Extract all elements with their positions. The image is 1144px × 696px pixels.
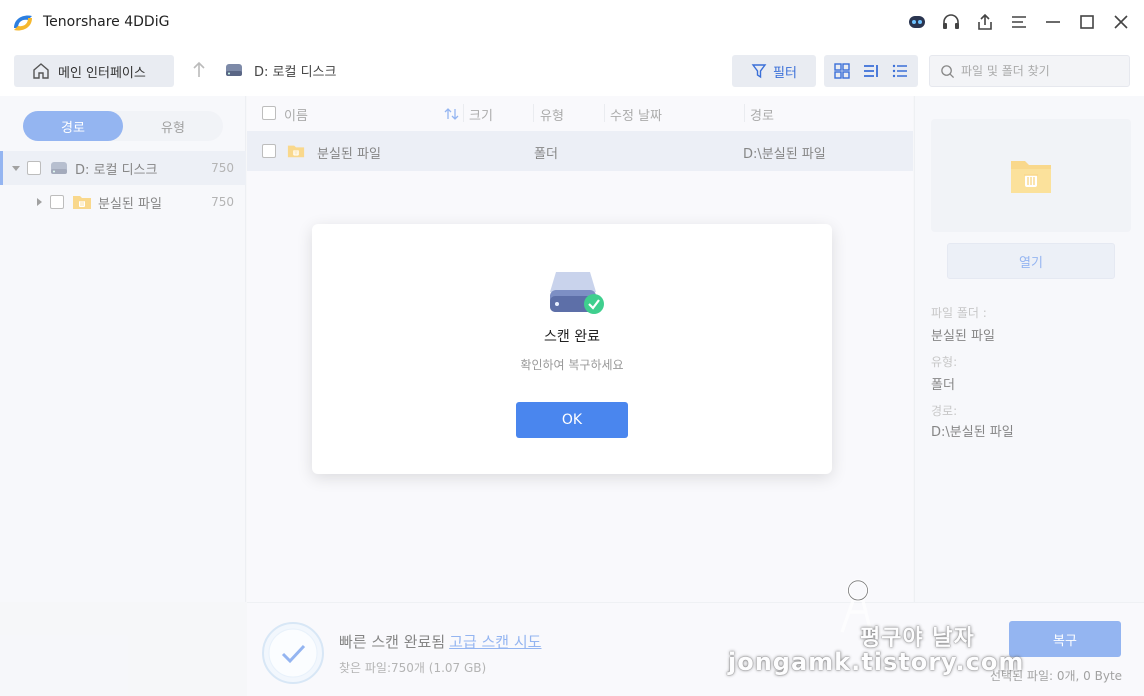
title-bar: Tenorshare 4DDiG <box>0 0 1144 44</box>
close-icon <box>1114 15 1128 29</box>
drive-check-icon <box>550 272 604 314</box>
watermark: 평구야 날자 jongamk.tistory.com <box>728 576 1023 686</box>
filter-icon <box>751 64 767 79</box>
support-button[interactable] <box>934 5 968 39</box>
main-interface-button[interactable]: 메인 인터페이스 <box>14 55 174 87</box>
menu-button[interactable] <box>1002 5 1036 39</box>
minimize-icon <box>1046 21 1060 23</box>
view-mode-group <box>824 55 918 87</box>
share-button[interactable] <box>968 5 1002 39</box>
close-button[interactable] <box>1104 5 1138 39</box>
app-title: Tenorshare 4DDiG <box>43 14 170 30</box>
up-arrow-icon[interactable] <box>189 60 209 80</box>
scan-complete-dialog: 스캔 완료 확인하여 복구하세요 OK <box>312 224 832 474</box>
filter-label: 필터 <box>773 65 797 81</box>
dialog-message: 확인하여 복구하세요 <box>520 358 624 372</box>
search-input[interactable] <box>961 64 1121 78</box>
toolbar: 메인 인터페이스 D: 로컬 디스크 필터 <box>0 44 1144 96</box>
app-logo-icon <box>14 15 32 31</box>
grid-view-icon[interactable] <box>833 62 851 80</box>
breadcrumb-label: D: 로컬 디스크 <box>254 64 337 80</box>
share-icon <box>978 13 992 30</box>
home-icon <box>33 63 49 79</box>
maximize-button[interactable] <box>1070 5 1104 39</box>
robot-icon <box>909 16 925 28</box>
search-icon <box>941 64 955 78</box>
dialog-title: 스캔 완료 <box>544 329 600 345</box>
hamburger-menu-icon <box>1012 16 1026 28</box>
window-controls <box>900 0 1144 44</box>
assistant-bot-button[interactable] <box>900 5 934 39</box>
breadcrumb: D: 로컬 디스크 <box>224 60 336 80</box>
watermark-url: jongamk.tistory.com <box>728 648 1025 676</box>
drive-icon <box>226 64 242 76</box>
list-view-icon[interactable] <box>891 62 909 80</box>
detail-view-icon[interactable] <box>862 62 880 80</box>
minimize-button[interactable] <box>1036 5 1070 39</box>
headset-icon <box>943 14 959 29</box>
ok-button[interactable]: OK <box>516 402 628 438</box>
filter-button[interactable]: 필터 <box>732 55 816 87</box>
maximize-icon <box>1080 15 1094 29</box>
main-interface-label: 메인 인터페이스 <box>58 65 146 81</box>
search-box <box>929 55 1130 87</box>
